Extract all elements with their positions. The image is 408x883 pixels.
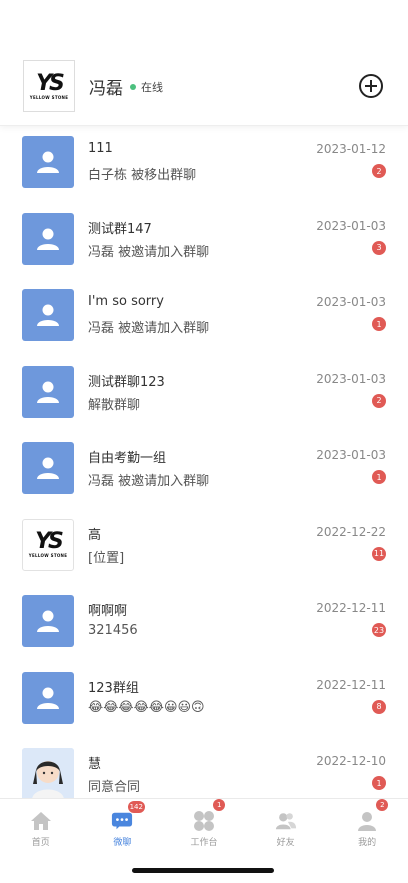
tab-label: 好友	[276, 838, 295, 848]
chat-date: 2023-01-03	[316, 218, 386, 233]
chat-row[interactable]: 测试群147 冯磊 被邀请加入群聊 2023-01-03 3	[0, 203, 408, 280]
unread-badge: 11	[372, 546, 386, 561]
header: YS YELLOW STONE 冯磊 在线	[0, 0, 408, 126]
unread-badge: 2	[372, 393, 386, 408]
chat-name: 测试群147	[88, 221, 152, 237]
chat-date: 2022-12-10	[316, 754, 386, 768]
unread-badge: 1	[372, 317, 386, 331]
unread-badge: 1	[372, 776, 386, 790]
chat-row[interactable]: 慧同意合同 2022-12-10 1	[0, 738, 408, 798]
chat-last-message: 😂😂😂😂😂😀😃🙃	[88, 699, 205, 715]
chat-row[interactable]: YS YELLOW STONE 高 [位置] 2022-12-22 11	[0, 509, 408, 586]
logo-text: YELLOW STONE	[29, 94, 69, 100]
default-avatar-icon	[22, 212, 74, 265]
chat-last-message: 冯磊 被邀请加入群聊	[88, 474, 210, 489]
chat-date: 2023-01-03	[316, 371, 386, 386]
friends-icon	[275, 811, 297, 831]
unread-badge: 2	[372, 164, 386, 178]
tab-label: 首页	[31, 838, 50, 848]
home-indicator	[132, 868, 274, 873]
unread-badge: 8	[372, 699, 386, 714]
chat-name: 高	[88, 527, 102, 543]
status-dot-icon	[130, 84, 136, 90]
chat-date: 2023-01-03	[316, 448, 386, 462]
default-avatar-icon	[22, 671, 74, 724]
username: 冯磊	[89, 79, 123, 99]
user-avatar-logo[interactable]: YS YELLOW STONE	[23, 60, 75, 112]
unread-badge: 3	[372, 240, 386, 255]
chat-name: 123群组	[88, 680, 139, 696]
chat-icon	[111, 811, 133, 831]
logo-mark: YS	[35, 529, 64, 554]
default-avatar-icon	[22, 595, 74, 647]
chat-last-message: 冯磊 被邀请加入群聊	[88, 321, 210, 336]
default-avatar-icon	[22, 289, 74, 341]
chat-row[interactable]: I'm so sorry 冯磊 被邀请加入群聊 2023-01-03 1	[0, 279, 408, 356]
chat-row[interactable]: 123群组 😂😂😂😂😂😀😃🙃 2022-12-11 8	[0, 662, 408, 739]
tab-label: 微聊	[113, 838, 132, 848]
tab-label: 工作台	[190, 838, 218, 848]
chat-row[interactable]: 啊啊啊 321456 2022-12-11 23	[0, 585, 408, 662]
chat-name: 自由考勤一组	[88, 451, 167, 466]
logo-text: YELLOW STONE	[28, 553, 68, 558]
chat-name: 啊啊啊	[88, 604, 128, 619]
chat-name: 测试群聊123	[88, 374, 165, 390]
chat-last-message: 321456	[88, 623, 138, 638]
chat-last-message: 白子栋 被移出群聊	[88, 168, 197, 183]
chat-row[interactable]: 自由考勤一组冯磊 被邀请加入群聊 2023-01-03 1	[0, 432, 408, 509]
default-avatar-icon	[22, 136, 74, 188]
chat-last-message: 同意合同	[88, 780, 141, 795]
default-avatar-icon	[22, 442, 74, 494]
chat-date: 2022-12-11	[316, 601, 386, 615]
chat-last-message: 冯磊 被邀请加入群聊	[88, 244, 210, 260]
tab-badge: 142	[127, 801, 145, 813]
home-icon	[30, 811, 52, 831]
user-avatar	[22, 748, 74, 798]
chat-name: 慧	[88, 757, 102, 772]
default-avatar-icon	[22, 365, 74, 418]
chat-date: 2022-12-22	[316, 524, 386, 539]
tab-badge: 2	[376, 799, 389, 811]
chat-name: I'm so sorry	[88, 294, 164, 309]
tab-profile[interactable]: 2 我的	[326, 799, 408, 883]
chat-last-message: [位置]	[88, 550, 125, 566]
workbench-icon	[193, 811, 215, 831]
unread-badge: 23	[372, 623, 386, 637]
tab-label: 我的	[358, 838, 377, 848]
chat-date: 2023-01-12	[316, 142, 386, 156]
group-logo-avatar: YS YELLOW STONE	[22, 518, 74, 571]
tab-badge: 1	[213, 799, 226, 811]
online-status: 在线	[130, 79, 163, 95]
tab-home[interactable]: 首页	[0, 799, 82, 883]
chat-row[interactable]: 111 白子栋 被移出群聊 2023-01-12 2	[0, 126, 408, 203]
chat-name: 111	[88, 141, 113, 156]
chat-date: 2023-01-03	[316, 295, 386, 309]
chat-date: 2022-12-11	[316, 677, 386, 692]
profile-icon	[356, 811, 378, 831]
add-button[interactable]	[359, 74, 383, 98]
status-text: 在线	[141, 81, 163, 94]
unread-badge: 1	[372, 470, 386, 484]
chat-last-message: 解散群聊	[88, 397, 141, 413]
chat-list: 111 白子栋 被移出群聊 2023-01-12 2 测试群147 冯磊 被邀请加入群聊 2…	[0, 126, 408, 798]
chat-row[interactable]: 测试群聊123 解散群聊 2023-01-03 2	[0, 356, 408, 433]
logo-mark: YS	[36, 70, 65, 96]
